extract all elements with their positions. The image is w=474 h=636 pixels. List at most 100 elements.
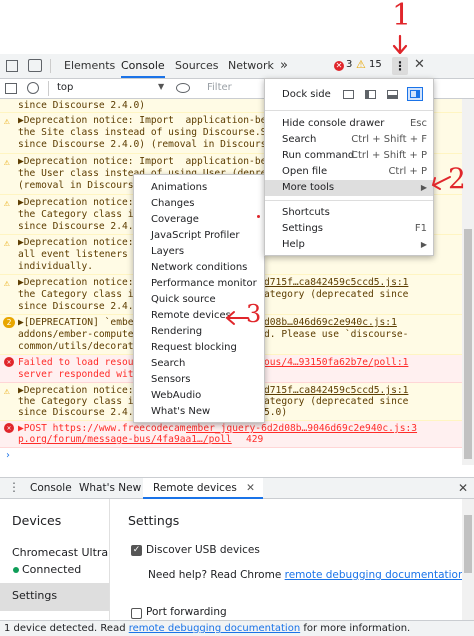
menu-divider xyxy=(265,200,433,201)
log-line: individually. xyxy=(18,261,94,272)
warning-icon: ⚠ xyxy=(4,278,10,289)
eye-icon[interactable] xyxy=(176,83,190,93)
log-scroll-thumb[interactable] xyxy=(464,229,472,459)
tab-console[interactable]: Console xyxy=(121,54,165,78)
menu-item-open-file[interactable]: Open file Ctrl + P xyxy=(265,164,433,180)
warning-icon: ⚠ xyxy=(4,238,10,249)
drawer-tab-remote-devices[interactable]: Remote devices ✕ xyxy=(143,478,263,499)
drawer-tab-console[interactable]: Console xyxy=(30,482,72,494)
menu-item-javascript-profiler[interactable]: JavaScript Profiler xyxy=(151,228,240,244)
source-link[interactable]: d715f…ca842459c5ccd5.js:1 xyxy=(264,277,408,289)
menu-item-settings[interactable]: Settings F1 xyxy=(265,221,433,237)
console-prompt[interactable]: › xyxy=(0,448,462,464)
menu-item-help[interactable]: Help ▶ xyxy=(265,237,433,253)
log-line: 5.0) xyxy=(264,407,288,418)
drawer-tab-whats-new[interactable]: What's New xyxy=(79,482,141,494)
status-docs-link[interactable]: remote debugging documentation xyxy=(129,623,300,634)
warning-icon: ⚠ xyxy=(4,198,10,209)
dock-left-icon[interactable] xyxy=(365,90,376,99)
log-line: common/utils/decorato xyxy=(18,341,140,352)
dock-undock-icon[interactable] xyxy=(343,90,354,99)
toolbar-divider xyxy=(48,81,49,96)
status-bar: 1 device detected. Read remote debugging… xyxy=(0,620,474,636)
log-line: ▶Deprecation notice: Import application-… xyxy=(18,115,273,126)
device-name[interactable]: Chromecast Ultra xyxy=(12,546,108,559)
error-count[interactable]: 3 xyxy=(346,59,352,70)
sidebar-item-settings[interactable]: Settings xyxy=(0,583,109,611)
menu-item-hide-console-drawer[interactable]: Hide console drawer Esc xyxy=(265,116,433,132)
menu-item-whats-new[interactable]: What's New xyxy=(151,404,210,420)
source-link[interactable]: ous/4…93150fa62b7e/poll:1 xyxy=(264,357,408,369)
chevron-down-icon[interactable]: ▼ xyxy=(158,82,164,91)
filter-input[interactable]: Filter xyxy=(207,82,232,93)
drawer-scroll-thumb[interactable] xyxy=(464,515,472,573)
menu-item-remote-devices[interactable]: Remote devices xyxy=(151,308,231,324)
log-line: ategory (deprecated since xyxy=(264,289,409,300)
menu-item-performance-monitor[interactable]: Performance monitor xyxy=(151,276,257,292)
remote-devices-settings: Settings ✓ Discover USB devices Need hel… xyxy=(110,499,462,620)
more-tools-submenu: Animations Changes Coverage JavaScript P… xyxy=(133,174,265,423)
menu-item-network-conditions[interactable]: Network conditions xyxy=(151,260,247,276)
show-sidebar-icon[interactable] xyxy=(5,83,17,94)
menu-item-sensors[interactable]: Sensors xyxy=(151,372,191,388)
menu-item-animations[interactable]: Animations xyxy=(151,180,207,196)
menu-item-search[interactable]: Search Ctrl + Shift + F xyxy=(265,132,433,148)
menu-item-shortcut: Ctrl + Shift + F xyxy=(351,134,427,145)
menu-item-changes[interactable]: Changes xyxy=(151,196,195,212)
dock-right-button[interactable] xyxy=(407,87,423,101)
port-forwarding-checkbox[interactable] xyxy=(131,608,142,619)
log-scrollbar[interactable] xyxy=(462,99,474,465)
log-row[interactable]: ✕ ▶POST https://www.freecodecam p.org/fo… xyxy=(0,421,462,448)
tab-sources[interactable]: Sources xyxy=(175,54,219,78)
remote-debugging-docs-link[interactable]: remote debugging documentation xyxy=(285,569,462,581)
menu-item-search[interactable]: Search xyxy=(151,356,185,372)
menu-item-layers[interactable]: Layers xyxy=(151,244,184,260)
source-link[interactable]: ember_jquery-6d2d08b…9046d69c2e940c.js:3 xyxy=(186,423,417,435)
menu-item-request-blocking[interactable]: Request blocking xyxy=(151,340,237,356)
tab-network[interactable]: Network xyxy=(228,54,274,78)
drawer-tabbar: ⋮ Console What's New Remote devices ✕ ✕ xyxy=(0,477,474,499)
warning-count-icon[interactable]: ⚠ xyxy=(356,58,366,71)
log-line[interactable]: p.org/forum/message-bus/4fa9aa1…/poll xyxy=(18,434,232,446)
drawer-menu-icon[interactable]: ⋮ xyxy=(8,480,20,494)
more-tabs-button[interactable]: » xyxy=(280,54,288,78)
menu-item-webaudio[interactable]: WebAudio xyxy=(151,388,201,404)
tab-elements[interactable]: Elements xyxy=(64,54,115,78)
inspect-element-icon[interactable] xyxy=(6,60,18,72)
tabbar-divider xyxy=(50,59,51,73)
log-line: the Site class instead of using Discours… xyxy=(18,127,284,138)
device-toolbar-icon[interactable] xyxy=(28,59,42,72)
discover-usb-checkbox[interactable]: ✓ xyxy=(131,545,142,556)
log-line: all event listeners a xyxy=(18,249,140,260)
menu-item-shortcuts[interactable]: Shortcuts xyxy=(265,205,433,221)
menu-item-label: Help xyxy=(282,239,305,250)
context-selector[interactable]: top xyxy=(57,82,73,93)
menu-item-rendering[interactable]: Rendering xyxy=(151,324,202,340)
kebab-menu-icon[interactable]: ⋮ xyxy=(392,57,408,75)
log-line: d. Please use `discourse- xyxy=(264,329,409,340)
error-icon: ✕ xyxy=(4,423,14,433)
error-icon: ✕ xyxy=(4,357,14,367)
warning-icon: ⚠ xyxy=(4,116,10,127)
error-count-icon[interactable]: ✕ xyxy=(334,61,344,71)
remote-devices-sidebar: Devices Chromecast Ultra Connected Setti… xyxy=(0,499,110,620)
devtools-main-menu: Dock side Hide console drawer Esc Search… xyxy=(264,78,434,256)
menu-item-run-command[interactable]: Run command Ctrl + Shift + P xyxy=(265,148,433,164)
discover-usb-label: Discover USB devices xyxy=(146,544,260,556)
menu-item-label: Shortcuts xyxy=(282,207,330,218)
menu-item-coverage[interactable]: Coverage xyxy=(151,212,199,228)
close-tab-icon[interactable]: ✕ xyxy=(246,482,255,494)
drawer-scrollbar[interactable] xyxy=(462,499,474,620)
menu-item-quick-source[interactable]: Quick source xyxy=(151,292,216,308)
menu-item-more-tools[interactable]: More tools ▶ xyxy=(265,180,433,196)
warning-count[interactable]: 15 xyxy=(369,59,382,70)
devtools-tabbar: Elements Console Sources Network » ✕ 3 ⚠… xyxy=(0,54,474,79)
close-drawer-icon[interactable]: ✕ xyxy=(458,481,468,495)
close-devtools-icon[interactable]: ✕ xyxy=(414,57,425,72)
source-link[interactable]: d08b…046d69c2e940c.js:1 xyxy=(264,317,397,329)
menu-item-shortcut: Ctrl + Shift + P xyxy=(350,150,427,161)
dock-bottom-icon[interactable] xyxy=(387,90,398,99)
clear-console-icon[interactable] xyxy=(27,82,39,94)
menu-item-label: Search xyxy=(282,134,317,145)
settings-heading: Settings xyxy=(128,513,180,528)
